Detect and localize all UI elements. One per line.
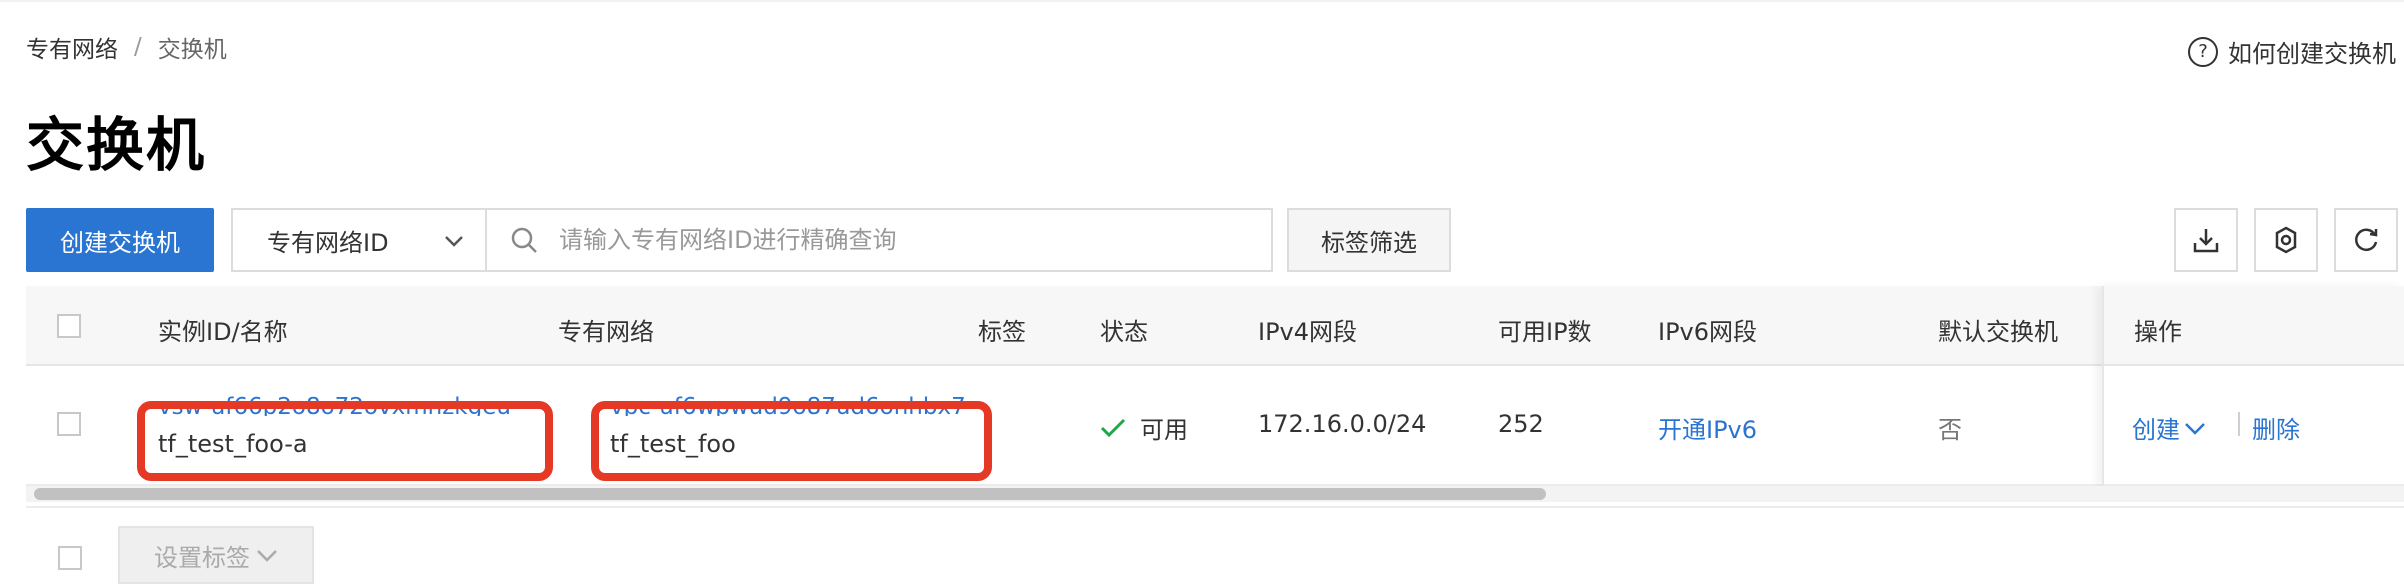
breadcrumb: 专有网络 / 交换机 (26, 30, 227, 64)
help-link[interactable]: ? 如何创建交换机 (2188, 34, 2396, 69)
download-icon (2193, 229, 2219, 253)
column-tags: 标签 (978, 318, 1026, 346)
search-field[interactable] (485, 208, 1273, 272)
breadcrumb-separator: / (134, 34, 142, 60)
check-icon (1100, 418, 1126, 437)
create-action-label: 创建 (2132, 416, 2180, 444)
enable-ipv6-link[interactable]: 开通IPv6 (1658, 410, 1757, 445)
settings-button[interactable] (2254, 208, 2318, 272)
select-all-checkbox[interactable] (57, 314, 81, 338)
actions-cell: 创建 删除 (2104, 366, 2404, 486)
row-checkbox[interactable] (57, 412, 81, 436)
actions-column: 操作 创建 删除 (2102, 286, 2404, 486)
annotation-box-vpc (591, 401, 992, 481)
column-default-switch: 默认交换机 (1938, 318, 2058, 346)
footer-select-checkbox[interactable] (58, 546, 82, 570)
default-switch-value: 否 (1938, 416, 1962, 444)
refresh-icon (2355, 228, 2378, 252)
table-header: 实例ID/名称 专有网络 标签 状态 IPv4网段 可用IP数 IPv6网段 默… (26, 286, 2404, 366)
breadcrumb-parent[interactable]: 专有网络 (26, 30, 118, 64)
filter-type-select[interactable]: 专有网络ID (231, 208, 487, 272)
refresh-button[interactable] (2334, 208, 2398, 272)
column-vpc: 专有网络 (558, 318, 654, 346)
search-icon (511, 227, 537, 253)
status-text: 可用 (1140, 416, 1188, 444)
actions-header: 操作 (2104, 286, 2404, 366)
column-instance: 实例ID/名称 (158, 318, 288, 346)
chevron-down-icon (2185, 422, 2205, 435)
annotation-box-instance (137, 401, 553, 481)
table-bottom-divider (26, 506, 2404, 508)
settings-icon (2275, 226, 2297, 254)
question-circle-icon: ? (2188, 36, 2218, 67)
help-link-label: 如何创建交换机 (2228, 40, 2396, 68)
breadcrumb-current: 交换机 (157, 37, 227, 63)
column-actions: 操作 (2134, 318, 2182, 346)
tag-filter-button[interactable]: 标签筛选 (1287, 208, 1451, 272)
chevron-down-icon (257, 550, 277, 562)
search-input[interactable] (559, 226, 1239, 254)
column-available-ip: 可用IP数 (1498, 318, 1592, 346)
scrollbar-thumb[interactable] (34, 488, 1546, 500)
available-ip-count: 252 (1498, 410, 1544, 438)
chevron-down-icon (445, 236, 463, 247)
ipv4-cidr: 172.16.0.0/24 (1258, 410, 1427, 438)
column-ipv6: IPv6网段 (1658, 318, 1758, 346)
column-ipv4: IPv4网段 (1258, 318, 1358, 346)
top-border (0, 0, 2404, 2)
delete-action-link[interactable]: 删除 (2252, 410, 2300, 445)
status-cell: 可用 (1100, 410, 1188, 445)
horizontal-scrollbar[interactable] (26, 486, 2404, 502)
action-divider (2238, 412, 2240, 436)
filter-type-value: 专有网络ID (267, 228, 389, 257)
create-switch-button[interactable]: 创建交换机 (26, 208, 214, 272)
column-status: 状态 (1100, 318, 1148, 346)
set-tags-label: 设置标签 (154, 543, 250, 572)
create-action-menu[interactable]: 创建 (2132, 410, 2206, 445)
page-title: 交换机 (26, 111, 207, 179)
set-tags-button[interactable]: 设置标签 (118, 526, 314, 584)
download-button[interactable] (2174, 208, 2238, 272)
